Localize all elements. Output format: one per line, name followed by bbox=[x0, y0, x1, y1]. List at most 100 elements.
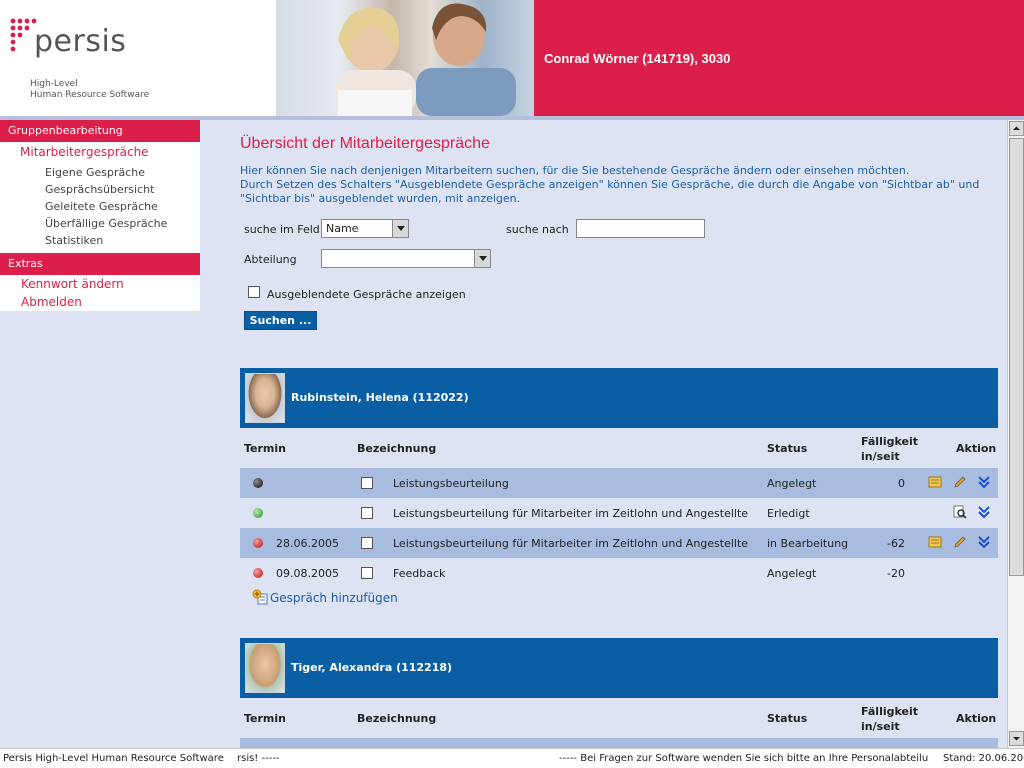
intro-line-1: Hier können Sie nach denjenigen Mitarbei… bbox=[240, 164, 910, 177]
status-bar: Persis High-Level Human Resource Softwar… bbox=[0, 748, 1024, 768]
status-dot-icon bbox=[253, 478, 263, 488]
chevron-down-icon bbox=[1013, 737, 1020, 741]
sidebar-section-extras: Extras bbox=[0, 253, 200, 275]
table-row: 28.06.2005 Leistungsbeurteilung für Mita… bbox=[240, 528, 998, 558]
page-title: Übersicht der Mitarbeitergespräche bbox=[240, 135, 490, 152]
edit-pencil-icon[interactable] bbox=[953, 535, 967, 549]
row-bezeichnung: Leistungsbeurteilung für Mitarbeiter im … bbox=[393, 507, 749, 520]
edit-pencil-icon[interactable] bbox=[953, 475, 967, 489]
logo-tagline: High-Level bbox=[30, 79, 78, 89]
search-input[interactable] bbox=[576, 219, 705, 238]
row-checkbox[interactable] bbox=[361, 567, 373, 579]
col-bezeichnung: Bezeichnung bbox=[357, 442, 437, 455]
chevron-down-icon[interactable] bbox=[474, 250, 490, 267]
sidebar-sub-list: Eigene Gespräche Gesprächsübersicht Gele… bbox=[0, 162, 200, 253]
row-checkbox[interactable] bbox=[361, 537, 373, 549]
table-row: Leistungsbeurteilung Angelegt 0 bbox=[240, 468, 998, 498]
row-checkbox[interactable] bbox=[361, 477, 373, 489]
col-termin: Termin bbox=[244, 712, 286, 725]
sidebar-section-gruppenbearbeitung: Gruppenbearbeitung bbox=[0, 120, 200, 142]
table-row: Leistungsbeurteilung für Mitarbeiter im … bbox=[240, 498, 998, 528]
row-checkbox[interactable] bbox=[361, 507, 373, 519]
row-date: 28.06.2005 bbox=[276, 537, 339, 550]
double-chevron-down-icon[interactable] bbox=[977, 535, 991, 549]
col-in-seit: in/seit bbox=[861, 450, 900, 463]
sidebar-item-kennwort-aendern[interactable]: Kennwort ändern bbox=[0, 275, 200, 293]
col-aktion: Aktion bbox=[956, 442, 997, 455]
current-user: Conrad Wörner (141719), 3030 bbox=[544, 51, 731, 66]
row-status: Erledigt bbox=[767, 507, 810, 520]
employee-name[interactable]: Rubinstein, Helena (112022) bbox=[291, 391, 469, 404]
sidebar-item-eigene-gespraeche[interactable]: Eigene Gespräche bbox=[0, 164, 200, 181]
chevron-down-icon[interactable] bbox=[392, 220, 408, 237]
col-termin: Termin bbox=[244, 442, 286, 455]
row-status: in Bearbeitung bbox=[767, 537, 849, 550]
logo-tagline-2: Human Resource Software bbox=[30, 90, 150, 100]
col-in-seit: in/seit bbox=[861, 720, 900, 733]
row-due: 0 bbox=[898, 477, 905, 490]
note-icon[interactable] bbox=[928, 535, 942, 549]
col-faelligkeit: Fälligkeit bbox=[861, 435, 918, 448]
status-dot-icon bbox=[253, 538, 263, 548]
show-hidden-checkbox[interactable] bbox=[248, 286, 260, 298]
logo-text: persis bbox=[34, 24, 127, 59]
note-icon[interactable] bbox=[928, 475, 942, 489]
chevron-up-icon bbox=[1013, 126, 1020, 130]
scroll-up-button[interactable] bbox=[1009, 121, 1024, 136]
intro-line-2: Durch Setzen des Schalters "Ausgeblendet… bbox=[240, 178, 980, 205]
status-dot-icon bbox=[253, 508, 263, 518]
app-header: persis High-Level Human Resource Softwar… bbox=[0, 0, 1024, 120]
table-row: 09.08.2005 Feedback Angelegt -20 bbox=[240, 558, 998, 588]
intro-text: Hier können Sie nach denjenigen Mitarbei… bbox=[240, 164, 990, 206]
row-due: -20 bbox=[887, 567, 905, 580]
view-magnifier-icon[interactable] bbox=[953, 505, 967, 519]
add-document-icon bbox=[252, 589, 268, 605]
employee-block: Tiger, Alexandra (112218) Termin Bezeich… bbox=[240, 638, 998, 748]
employee-photo bbox=[245, 643, 285, 693]
show-hidden-label: Ausgeblendete Gespräche anzeigen bbox=[267, 288, 466, 301]
main-content: Übersicht der Mitarbeitergespräche Hier … bbox=[240, 120, 998, 748]
field-select-value: Name bbox=[326, 222, 359, 235]
employee-block: Rubinstein, Helena (112022) Termin Bezei… bbox=[240, 368, 998, 610]
row-bezeichnung: Leistungsbeurteilung für Mitarbeiter im … bbox=[393, 537, 749, 550]
sidebar-item-mitarbeitergespraeche[interactable]: Mitarbeitergespräche bbox=[0, 142, 200, 162]
double-chevron-down-icon[interactable] bbox=[977, 475, 991, 489]
dept-select[interactable] bbox=[321, 249, 491, 268]
sidebar-item-abmelden[interactable]: Abmelden bbox=[0, 293, 200, 311]
status-left: Persis High-Level Human Resource Softwar… bbox=[3, 753, 224, 764]
field-label: suche im Feld bbox=[244, 223, 320, 236]
row-due: -62 bbox=[887, 537, 905, 550]
add-conversation-label: Gespräch hinzufügen bbox=[270, 591, 398, 605]
row-date: 09.08.2005 bbox=[276, 567, 339, 580]
col-bezeichnung: Bezeichnung bbox=[357, 712, 437, 725]
table-header: Termin Bezeichnung Status Fälligkeit in/… bbox=[240, 428, 998, 468]
search-button[interactable]: Suchen ... bbox=[244, 311, 317, 330]
status-dot-icon bbox=[253, 568, 263, 578]
sidebar-item-ueberfaellige-gespraeche[interactable]: Überfällige Gespräche bbox=[0, 215, 200, 232]
scroll-down-button[interactable] bbox=[1009, 731, 1024, 746]
col-faelligkeit: Fälligkeit bbox=[861, 705, 918, 718]
status-fragment: rsis! ----- bbox=[237, 753, 280, 764]
row-bezeichnung: Feedback bbox=[393, 567, 446, 580]
col-status: Status bbox=[767, 442, 808, 455]
row-status: Angelegt bbox=[767, 477, 817, 490]
sidebar-item-statistiken[interactable]: Statistiken bbox=[0, 232, 200, 249]
employee-header: Tiger, Alexandra (112218) bbox=[240, 638, 998, 698]
col-aktion: Aktion bbox=[956, 712, 997, 725]
user-banner: Conrad Wörner (141719), 3030 bbox=[534, 0, 1024, 116]
sidebar: Gruppenbearbeitung Mitarbeitergespräche … bbox=[0, 120, 200, 311]
sidebar-item-geleitete-gespraeche[interactable]: Geleitete Gespräche bbox=[0, 198, 200, 215]
status-middle: ----- Bei Fragen zur Software wenden Sie… bbox=[559, 753, 929, 764]
header-photo bbox=[276, 0, 534, 116]
double-chevron-down-icon[interactable] bbox=[977, 505, 991, 519]
add-conversation-link[interactable]: Gespräch hinzufügen bbox=[240, 588, 998, 610]
scroll-thumb[interactable] bbox=[1009, 138, 1024, 576]
table-header: Termin Bezeichnung Status Fälligkeit in/… bbox=[240, 698, 998, 738]
row-status: Angelegt bbox=[767, 567, 817, 580]
sidebar-item-gespraechsuebersicht[interactable]: Gesprächsübersicht bbox=[0, 181, 200, 198]
search-label: suche nach bbox=[506, 223, 569, 236]
employee-name[interactable]: Tiger, Alexandra (112218) bbox=[291, 661, 452, 674]
vertical-scrollbar[interactable] bbox=[1007, 120, 1024, 748]
field-select[interactable]: Name bbox=[321, 219, 409, 238]
employee-photo bbox=[245, 373, 285, 423]
